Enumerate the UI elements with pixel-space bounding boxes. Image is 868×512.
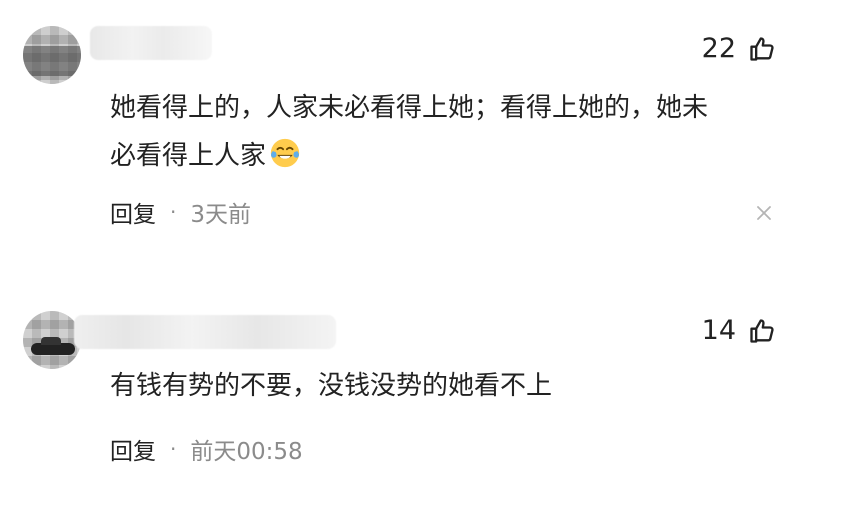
comment-text-line1: 她看得上的，人家未必看得上她；看得上她的，她未 — [110, 93, 709, 123]
laughing-tears-emoji-icon — [270, 138, 300, 168]
avatar[interactable] — [23, 26, 81, 84]
like-count: 14 — [701, 315, 736, 346]
thumb-up-icon — [750, 319, 774, 343]
like-button[interactable]: 14 — [702, 314, 776, 348]
comment-meta: 回复 · 前天00:58 — [110, 432, 303, 466]
meta-separator: · — [170, 437, 177, 461]
comment-text: 有钱有势的不要，没钱没势的她看不上 — [110, 362, 790, 410]
comment-meta: 回复 · 3天前 — [110, 195, 251, 229]
like-count: 22 — [701, 33, 736, 64]
username-blurred — [90, 26, 212, 60]
meta-separator: · — [170, 200, 177, 224]
username-blurred — [74, 315, 336, 349]
avatar[interactable] — [23, 311, 81, 369]
close-icon[interactable] — [756, 205, 772, 221]
comment-text-line2: 必看得上人家 — [110, 141, 267, 171]
avatar-shadow — [23, 46, 81, 76]
avatar-car — [31, 337, 75, 355]
comment-text-line1: 有钱有势的不要，没钱没势的她看不上 — [110, 371, 553, 401]
comment-text: 她看得上的，人家未必看得上她；看得上她的，她未 必看得上人家 — [110, 84, 790, 180]
reply-button[interactable]: 回复 — [110, 432, 156, 466]
comment-time: 3天前 — [190, 202, 251, 228]
comment-time: 前天00:58 — [190, 439, 303, 465]
reply-button[interactable]: 回复 — [110, 195, 156, 229]
like-button[interactable]: 22 — [702, 32, 776, 66]
thumb-up-icon — [750, 37, 774, 61]
